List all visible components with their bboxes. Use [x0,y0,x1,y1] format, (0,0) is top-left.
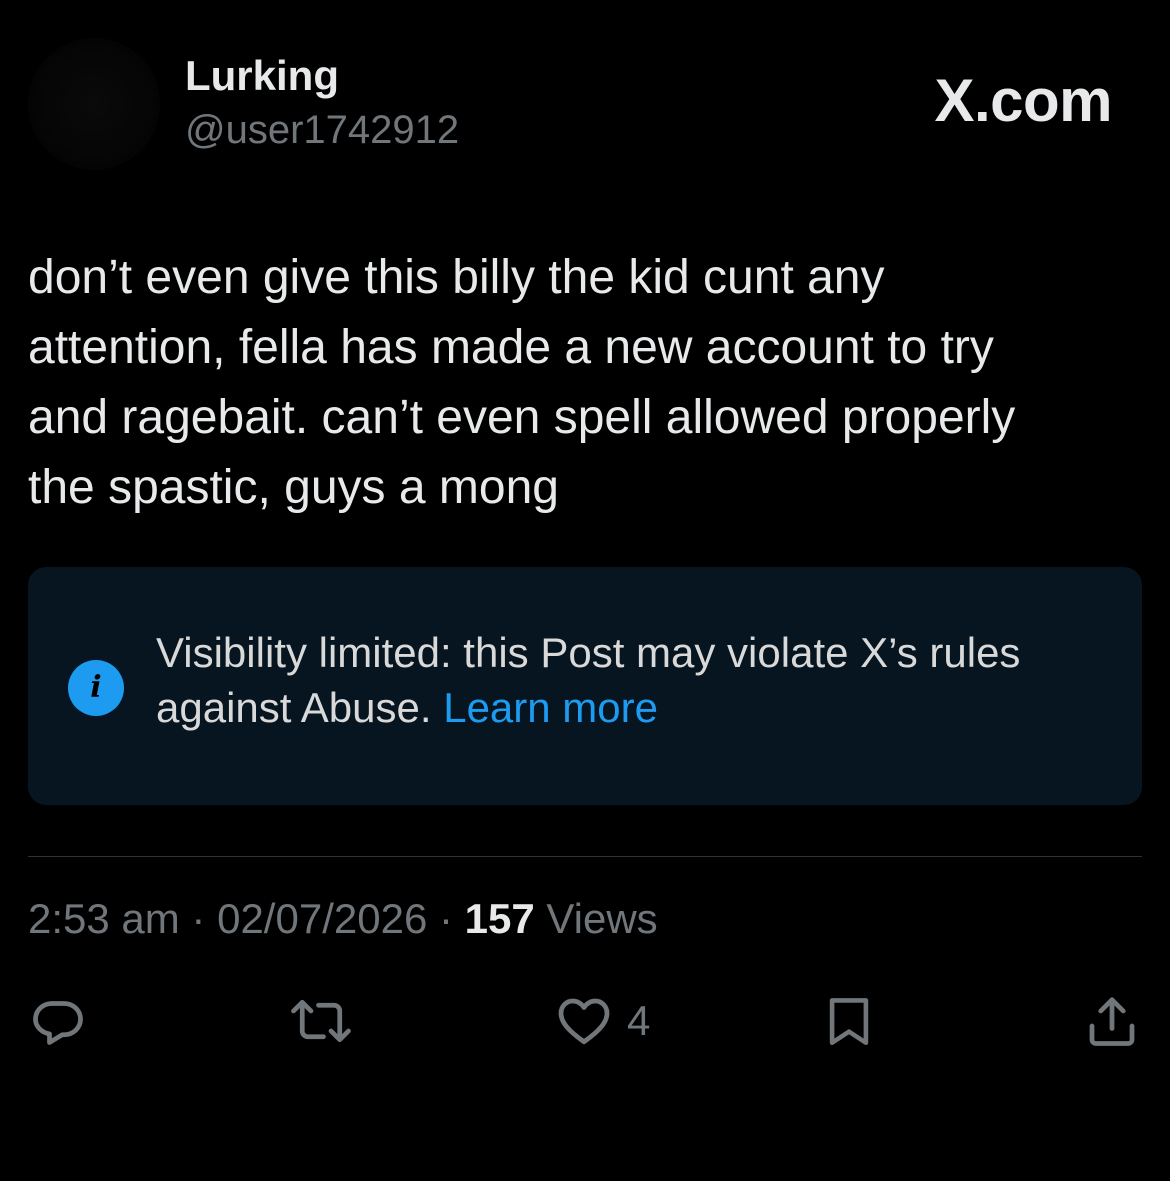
reply-button[interactable] [28,990,88,1052]
post-text: don’t even give this billy the kid cunt … [28,251,1016,514]
meta-separator: · [179,895,218,942]
reply-icon [33,1001,83,1045]
views-count: 157 [464,895,535,942]
author-display-name[interactable]: Lurking [185,52,339,100]
avatar[interactable] [28,38,160,170]
learn-more-link[interactable]: Learn more [443,684,658,731]
repost-icon [291,999,351,1043]
meta-separator: · [427,895,465,942]
share-button[interactable] [1082,990,1142,1052]
like-count: 4 [627,997,651,1044]
like-button[interactable]: 4 [553,990,650,1052]
info-icon: i [68,660,124,716]
brand-watermark: X.com [934,67,1112,134]
share-icon [1089,997,1135,1046]
visibility-notice-text: Visibility limited: this Post may violat… [156,625,1116,735]
repost-button[interactable] [285,990,357,1052]
views-label: Views [534,895,658,942]
bookmark-button[interactable] [820,990,878,1052]
post-meta: 2:53 am · 02/07/2026 · 157 Views [28,895,658,943]
heart-icon [558,998,610,1045]
bookmark-icon [829,998,869,1046]
post-time[interactable]: 2:53 am [28,895,180,942]
divider [28,856,1142,857]
post-date[interactable]: 02/07/2026 [217,895,427,942]
author-handle[interactable]: @user1742912 [185,108,459,153]
visibility-notice: i Visibility limited: this Post may viol… [28,567,1142,805]
